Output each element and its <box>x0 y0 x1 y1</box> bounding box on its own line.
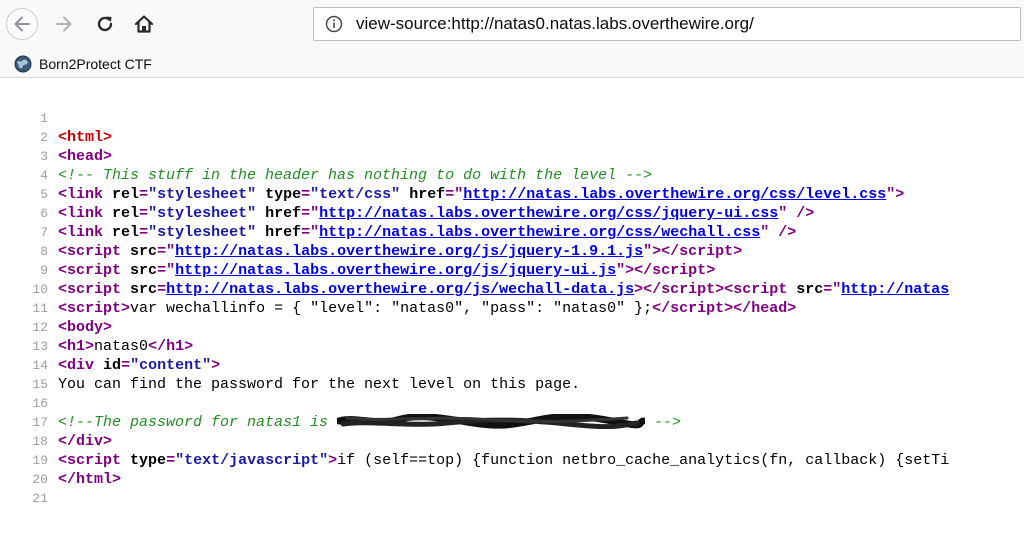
source-line: 2 <head> <box>0 109 1024 165</box>
source-line: 20 <box>0 451 1024 487</box>
forward-button[interactable] <box>48 8 80 40</box>
reload-button[interactable] <box>89 8 121 40</box>
source-line: 5 <link rel="stylesheet" href="http://na… <box>0 166 1024 222</box>
bookmarks-toolbar: Born2Protect CTF <box>0 50 1024 78</box>
source-line: 14 You can find the password for the nex… <box>0 337 1024 393</box>
source-line: 4 <link rel="stylesheet" type="text/css"… <box>0 147 1024 203</box>
source-line: 1 <html> <box>0 90 1024 146</box>
back-button[interactable] <box>6 8 38 40</box>
source-line: 21 <box>0 470 1024 506</box>
url-bar[interactable]: view-source:http://natas0.natas.labs.ove… <box>313 7 1021 41</box>
source-line: 8 <script src="http://natas.labs.overthe… <box>0 223 1024 279</box>
bookmark-label: Born2Protect CTF <box>39 56 152 72</box>
source-line: 10 <script>var wechallinfo = { "level": … <box>0 261 1024 317</box>
source-line: 17 </div> <box>0 394 1024 450</box>
source-line: 11 <body> <box>0 280 1024 336</box>
source-line: 3 <!-- This stuff in the header has noth… <box>0 128 1024 184</box>
source-line: 13 <div id="content"> <box>0 318 1024 374</box>
source-line: 16 <!--The password for natas1 is --> <box>0 375 1024 431</box>
home-icon <box>134 15 154 33</box>
source-view: 1 <html> 2 <head> 3 <!-- This stuff in t… <box>0 90 1024 506</box>
source-line: 18 <script type="text/javascript">if (se… <box>0 413 1024 469</box>
source-line: 15 <box>0 356 1024 392</box>
reload-icon <box>97 16 113 32</box>
arrow-left-icon <box>14 16 30 32</box>
arrow-right-icon <box>56 16 72 32</box>
source-line: 19 </html> <box>0 432 1024 488</box>
source-line: 7 <script src="http://natas.labs.overthe… <box>0 204 1024 260</box>
source-line: 12 <h1>natas0</h1> <box>0 299 1024 355</box>
info-icon[interactable] <box>323 13 345 35</box>
source-line: 6 <link rel="stylesheet" href="http://na… <box>0 185 1024 241</box>
globe-favicon-icon <box>14 55 32 73</box>
browser-toolbar: view-source:http://natas0.natas.labs.ove… <box>0 0 1024 50</box>
line-number: 21 <box>32 491 48 506</box>
source-line: 9 <script src=http://natas.labs.overthew… <box>0 242 1024 298</box>
url-text: view-source:http://natas0.natas.labs.ove… <box>356 14 754 33</box>
bookmark-born2protect[interactable]: Born2Protect CTF <box>14 53 152 75</box>
home-button[interactable] <box>128 8 160 40</box>
